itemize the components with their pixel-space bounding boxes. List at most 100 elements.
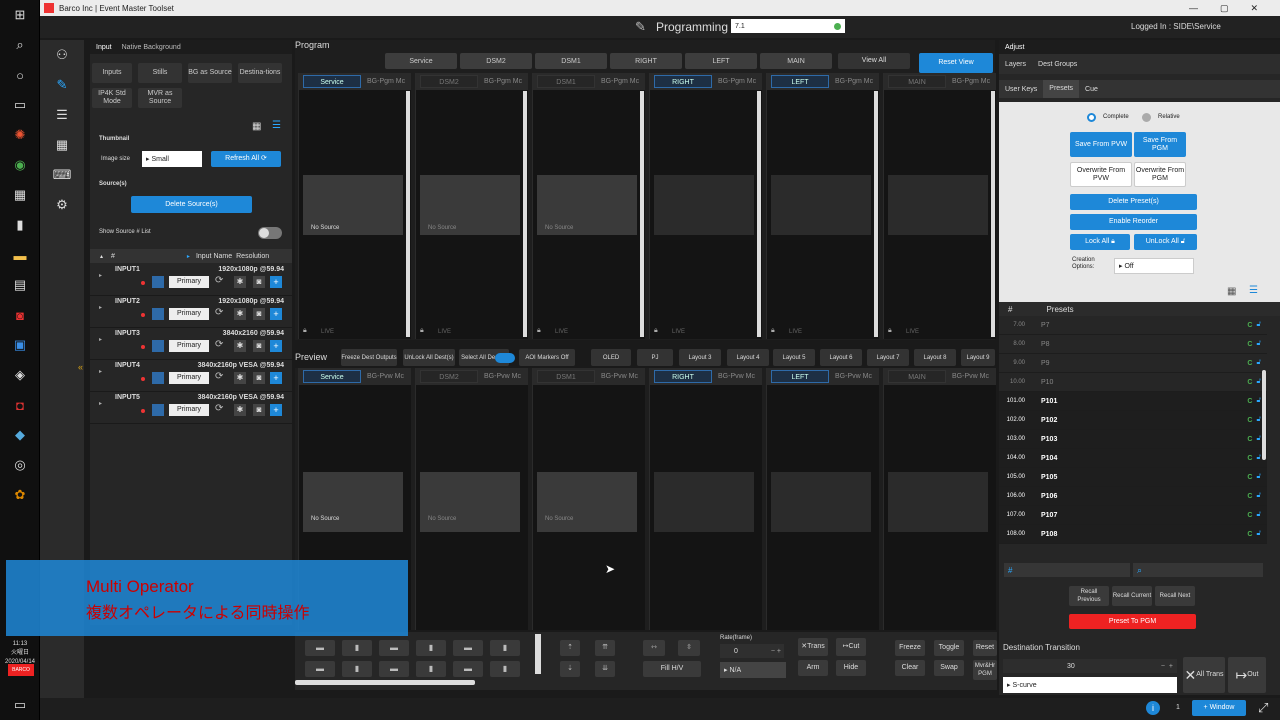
subtab-bg-as-source[interactable]: BG as Source xyxy=(188,63,232,83)
grid-view-icon-right[interactable]: ▦ xyxy=(1227,286,1236,297)
align-button-icon[interactable]: ▬ xyxy=(305,640,335,656)
source-type-icon[interactable] xyxy=(152,308,164,320)
preset-row[interactable]: 9.00 P9 C 🔓︎ xyxy=(999,354,1267,373)
davinci-icon[interactable]: ✿ xyxy=(0,480,40,510)
plus-icon-right[interactable]: + xyxy=(1169,663,1173,670)
program-tile-dest[interactable]: RIGHT xyxy=(654,75,712,88)
align-button-icon[interactable]: ▮ xyxy=(490,661,520,677)
tab-dest-groups[interactable]: Dest Groups xyxy=(1032,61,1083,68)
toggle-button[interactable]: Toggle xyxy=(934,640,964,656)
preset-row[interactable]: 7.00 P7 C 🔓︎ xyxy=(999,316,1267,335)
tile-scrollbar[interactable] xyxy=(640,91,644,337)
list-icon[interactable]: ☰ xyxy=(40,100,84,130)
window-controls[interactable]: —▢✕ xyxy=(1189,3,1280,14)
preview-tile-dest[interactable]: Service xyxy=(303,370,361,383)
preset-row[interactable]: 101.00 P101 C 🔓︎ xyxy=(999,392,1267,411)
preset-row[interactable]: 107.00 P107 C 🔓︎ xyxy=(999,506,1267,525)
preview-toolbar-button[interactable]: Layout 4 xyxy=(727,349,769,366)
lock-all-button[interactable]: Lock All 🔒︎ xyxy=(1070,234,1130,250)
mvr-pgm-button[interactable]: Mvr&Hr PGM xyxy=(973,660,997,680)
lock-icon[interactable]: 🔒︎ xyxy=(771,327,775,335)
task-view-icon[interactable]: ▭ xyxy=(0,90,40,120)
hide-button[interactable]: Hide xyxy=(836,660,866,676)
source-type-icon[interactable] xyxy=(152,372,164,384)
preset-lock-icon[interactable]: 🔓︎ xyxy=(1256,530,1261,538)
preview-tile-dest[interactable]: LEFT xyxy=(771,370,829,383)
preview-tile-dest[interactable]: RIGHT xyxy=(654,370,712,383)
freeze-icon[interactable]: ✱ xyxy=(234,340,246,352)
search-icon[interactable]: ⌕ xyxy=(0,30,40,60)
preset-lock-icon[interactable]: 🔓︎ xyxy=(1256,435,1261,443)
program-tile[interactable]: MAIN BG-Pgm Mc 🔒︎ LIVE xyxy=(883,73,996,339)
preview-toolbar-button[interactable]: PJ xyxy=(637,349,673,366)
preview-toolbar-button[interactable]: UnLock All Dest(s) xyxy=(403,349,455,366)
program-tile[interactable]: RIGHT BG-Pgm Mc 🔒︎ LIVE xyxy=(649,73,762,339)
recall-previous-button[interactable]: Recall Previous xyxy=(1069,586,1109,606)
cube-icon[interactable]: ◈ xyxy=(0,360,40,390)
tile-scrollbar[interactable] xyxy=(406,91,410,337)
creation-options-select[interactable]: ▸ Off xyxy=(1114,258,1194,274)
add-input-icon[interactable]: + xyxy=(270,404,282,416)
curve-select[interactable]: ▸ S-curve xyxy=(1003,677,1177,693)
preview-toolbar-button[interactable]: Layout 9 xyxy=(961,349,995,366)
relative-radio[interactable] xyxy=(1142,113,1151,122)
tile-scrollbar[interactable] xyxy=(991,91,995,337)
source-type-icon[interactable] xyxy=(152,404,164,416)
move-up-icon[interactable]: ⇡ xyxy=(560,640,580,656)
all-trans-button[interactable]: ✕ All Trans xyxy=(1183,657,1225,693)
refresh-input-icon[interactable]: ⟳ xyxy=(215,275,223,286)
program-tile[interactable]: DSM1 BG-Pgm Mc No Source 🔒︎ LIVE xyxy=(532,73,645,339)
add-window-button[interactable]: + Window xyxy=(1192,700,1246,716)
align-button-icon[interactable]: ▬ xyxy=(453,640,483,656)
preset-lock-icon[interactable]: 🔓︎ xyxy=(1256,378,1261,386)
camera-app-icon[interactable]: ◘ xyxy=(0,390,40,420)
windows-start-icon[interactable]: ⊞ xyxy=(0,0,40,30)
tab-cue[interactable]: Cue xyxy=(1079,86,1104,93)
preset-lock-icon[interactable]: 🔓︎ xyxy=(1256,340,1261,348)
app-bars-icon[interactable]: ▮ xyxy=(0,210,40,240)
freeze-button[interactable]: Freeze xyxy=(895,640,925,656)
expand-row-icon[interactable]: ▸ xyxy=(99,368,102,375)
primary-select[interactable]: Primary xyxy=(169,308,209,320)
globe-icon[interactable]: ◎ xyxy=(0,450,40,480)
subtab-destinations[interactable]: Destina-tions xyxy=(238,63,282,83)
program-tile[interactable]: DSM2 BG-Pgm Mc No Source 🔒︎ LIVE xyxy=(415,73,528,339)
overwrite-from-pvw-button[interactable]: Overwrite From PVW xyxy=(1070,162,1132,187)
tile-scrollbar[interactable] xyxy=(874,91,878,337)
tab-layers[interactable]: Layers xyxy=(999,61,1032,68)
cortana-icon[interactable]: ○ xyxy=(0,60,40,90)
refresh-input-icon[interactable]: ⟳ xyxy=(215,371,223,382)
preset-search-input[interactable]: ⌕ xyxy=(1133,563,1263,577)
refresh-input-icon[interactable]: ⟳ xyxy=(215,403,223,414)
program-tile[interactable]: LEFT BG-Pgm Mc 🔒︎ LIVE xyxy=(766,73,879,339)
preview-toolbar-button[interactable]: Layout 5 xyxy=(773,349,815,366)
program-tile-dest[interactable]: Service xyxy=(303,75,361,88)
fill-h-icon[interactable]: ⇿ xyxy=(643,640,665,656)
preset-row[interactable]: 8.00 P8 C 🔓︎ xyxy=(999,335,1267,354)
unlock-all-button[interactable]: UnLock All 🔓︎ xyxy=(1134,234,1197,250)
preset-row[interactable]: 103.00 P103 C 🔓︎ xyxy=(999,430,1267,449)
transition-stepper[interactable]: 30 − + xyxy=(1003,659,1177,673)
preset-lock-icon[interactable]: 🔓︎ xyxy=(1256,454,1261,462)
align-button-icon[interactable]: ▬ xyxy=(379,640,409,656)
move-top-icon[interactable]: ⇈ xyxy=(595,640,615,656)
move-down-icon[interactable]: ⇣ xyxy=(560,661,580,677)
keyboard-icon[interactable]: ⌨ xyxy=(40,160,84,190)
complete-radio[interactable] xyxy=(1087,113,1096,122)
presets-scrollbar[interactable] xyxy=(1262,370,1266,460)
input-row[interactable]: ▸ INPUT4 3840x2160p VESA @59.94 Primary ⟳ ✱ ◙ + xyxy=(90,360,292,392)
rate-stepper[interactable]: 0 − + xyxy=(720,644,784,658)
preview-tile-dest[interactable]: DSM2 xyxy=(420,370,478,383)
lock-icon[interactable]: 🔒︎ xyxy=(303,327,307,335)
refresh-input-icon[interactable]: ⟳ xyxy=(215,307,223,318)
preset-row[interactable]: 102.00 P102 C 🔓︎ xyxy=(999,411,1267,430)
preset-lock-icon[interactable]: 🔓︎ xyxy=(1256,359,1261,367)
lock-icon[interactable]: 🔒︎ xyxy=(654,327,658,335)
align-button-icon[interactable]: ▬ xyxy=(453,661,483,677)
program-dest-tab[interactable]: Service xyxy=(385,53,457,69)
add-input-icon[interactable]: + xyxy=(270,340,282,352)
grid-view-icon[interactable]: ▦ xyxy=(252,121,261,132)
fullscreen-icon[interactable]: ⤢ xyxy=(1258,700,1268,716)
col-input-name[interactable]: Input Name xyxy=(196,253,232,260)
preview-tile-dest[interactable]: MAIN xyxy=(888,370,946,383)
